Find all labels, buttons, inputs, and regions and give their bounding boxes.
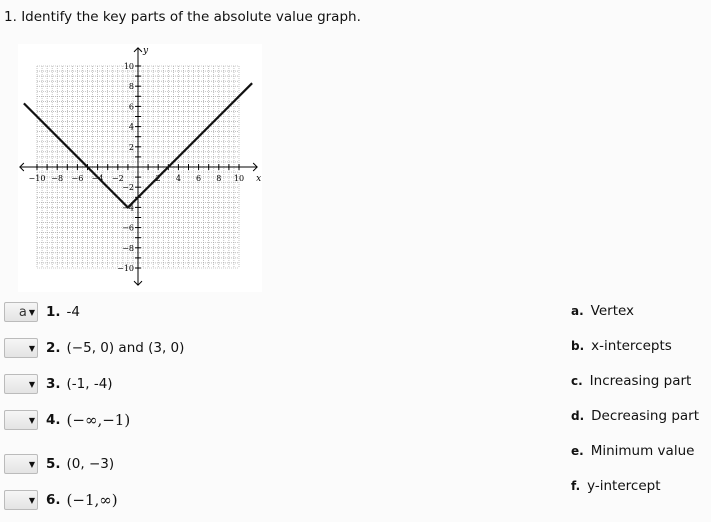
- x-tick-label: −6: [72, 174, 84, 183]
- item-text: (0, −3): [66, 456, 115, 472]
- item-text: (−1,∞): [66, 491, 118, 509]
- item-number: 3.: [46, 376, 61, 392]
- y-tick-label: −10: [117, 264, 134, 273]
- y-tick-label: −8: [122, 244, 134, 253]
- item-text: (−5, 0) and (3, 0): [66, 340, 185, 356]
- x-tick-label: 4: [176, 174, 181, 183]
- match-item: ▼ 2. (−5, 0) and (3, 0): [4, 337, 184, 359]
- match-item: ▼ 3. (-1, -4): [4, 373, 113, 395]
- option-letter: a.: [571, 304, 584, 318]
- option-text: Decreasing part: [591, 408, 699, 424]
- absolute-value-graph: −10 −8 −6 −4 −2 2 4 6 8 10 10 8 6 4 2 −2 −4 −6 −8 −10 x y: [18, 44, 262, 292]
- x-tick-label: −8: [51, 174, 63, 183]
- chevron-down-icon: ▼: [28, 415, 35, 425]
- answer-dropdown[interactable]: a ▼: [4, 302, 38, 322]
- answer-dropdown[interactable]: ▼: [4, 454, 38, 474]
- option-item: a. Vertex: [571, 301, 634, 321]
- option-item: c. Increasing part: [571, 371, 691, 391]
- option-letter: f.: [571, 479, 581, 493]
- x-tick-label: −2: [112, 174, 124, 183]
- y-tick-label: 10: [124, 62, 134, 71]
- option-item: d. Decreasing part: [571, 406, 699, 426]
- answer-dropdown[interactable]: ▼: [4, 410, 38, 430]
- option-item: b. x-intercepts: [571, 336, 672, 356]
- y-tick-label: 8: [129, 82, 134, 91]
- item-number: 1.: [46, 304, 61, 320]
- chevron-down-icon: ▼: [28, 495, 35, 505]
- option-text: Minimum value: [590, 443, 695, 459]
- option-letter: b.: [571, 339, 585, 353]
- x-tick-label: −10: [29, 174, 46, 183]
- item-number: 4.: [46, 412, 61, 428]
- option-text: Vertex: [590, 303, 635, 319]
- option-letter: e.: [571, 444, 584, 458]
- match-item: ▼ 6. (−1,∞): [4, 489, 118, 511]
- y-tick-label: 4: [129, 123, 134, 132]
- match-item: ▼ 5. (0, −3): [4, 453, 114, 475]
- chevron-down-icon: ▼: [28, 343, 35, 353]
- x-tick-label: 10: [234, 174, 244, 183]
- graph-svg: −10 −8 −6 −4 −2 2 4 6 8 10108642−2−4−6−8−10xy: [19, 46, 261, 286]
- answer-dropdown[interactable]: ▼: [4, 374, 38, 394]
- item-text: (-1, -4): [66, 376, 113, 392]
- match-item: a ▼ 1. -4: [4, 301, 80, 323]
- option-letter: c.: [571, 374, 583, 388]
- y-tick-label: 6: [129, 102, 134, 111]
- chevron-down-icon: ▼: [28, 459, 35, 469]
- x-axis-label: x: [256, 174, 261, 184]
- item-number: 5.: [46, 456, 61, 472]
- item-number: 6.: [46, 492, 61, 508]
- y-tick-label: −6: [122, 224, 134, 233]
- option-item: f. y-intercept: [571, 476, 661, 496]
- answer-dropdown[interactable]: ▼: [4, 338, 38, 358]
- chevron-down-icon: ▼: [28, 379, 35, 389]
- answer-dropdown[interactable]: ▼: [4, 490, 38, 510]
- option-text: y-intercept: [587, 478, 661, 494]
- item-number: 2.: [46, 340, 61, 356]
- y-axis-label: y: [142, 46, 149, 56]
- option-letter: d.: [571, 409, 585, 423]
- chevron-down-icon: ▼: [28, 307, 35, 317]
- x-tick-label: 8: [216, 174, 221, 183]
- option-text: x-intercepts: [591, 338, 672, 354]
- item-text: -4: [66, 304, 80, 320]
- y-tick-label: −2: [122, 183, 134, 192]
- y-tick-label: 2: [129, 143, 134, 152]
- question-text: 1. Identify the key parts of the absolut…: [4, 9, 361, 25]
- option-item: e. Minimum value: [571, 441, 694, 461]
- option-text: Increasing part: [589, 373, 692, 389]
- match-item: ▼ 4. (−∞,−1): [4, 409, 130, 431]
- item-text: (−∞,−1): [66, 411, 131, 429]
- x-tick-label: 6: [196, 174, 201, 183]
